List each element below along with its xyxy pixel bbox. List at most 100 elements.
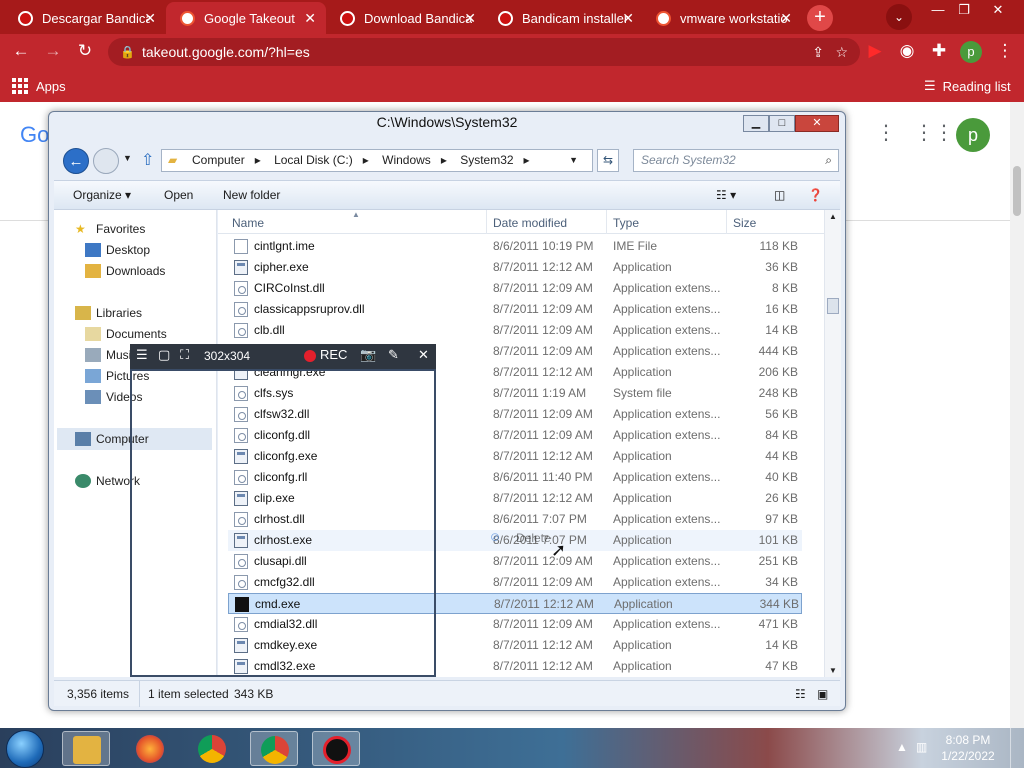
address-dropdown-icon[interactable]: ▼ bbox=[569, 150, 578, 171]
organize-button[interactable]: Organize ▾ bbox=[73, 188, 131, 202]
back-arrow-icon[interactable]: ← bbox=[10, 41, 32, 61]
select-area-icon[interactable]: ⛶ bbox=[180, 347, 189, 363]
help-icon[interactable]: ❓ bbox=[808, 188, 823, 202]
minimize-icon[interactable]: — bbox=[926, 2, 950, 17]
pencil-icon[interactable]: ✎ bbox=[388, 347, 399, 363]
bandicam-capture-frame[interactable] bbox=[130, 369, 436, 677]
scroll-up-icon[interactable]: ▲ bbox=[829, 212, 837, 221]
reading-list-button[interactable]: ☰ Reading list bbox=[924, 78, 1011, 94]
taskbar-bandicam[interactable] bbox=[312, 731, 360, 766]
minimize-icon[interactable]: ▁ bbox=[743, 115, 769, 132]
nav-desktop[interactable]: Desktop bbox=[85, 243, 150, 257]
column-date-modified[interactable]: Date modified bbox=[493, 216, 567, 230]
file-row[interactable]: CIRCoInst.dll 8/7/2011 12:09 AM Applicatio… bbox=[228, 278, 802, 299]
taskbar-firefox[interactable] bbox=[126, 731, 174, 766]
file-row[interactable]: clb.dll 8/7/2011 12:09 AM Application exte… bbox=[228, 320, 802, 341]
tab-descargar-bandicam[interactable]: Descargar Bandicam ✕ bbox=[4, 2, 166, 34]
close-icon[interactable]: ✕ bbox=[418, 347, 429, 363]
windows-taskbar: ▲ ▥ 8:08 PM 1/22/2022 bbox=[0, 728, 1024, 768]
reload-icon[interactable]: ↻ bbox=[74, 41, 96, 61]
change-view-icon[interactable]: ☷ ▾ bbox=[716, 188, 736, 202]
close-icon[interactable]: ✕ bbox=[780, 10, 792, 27]
record-button[interactable]: REC bbox=[304, 347, 347, 362]
file-list-scrollbar[interactable]: ▲ ▼ bbox=[824, 210, 841, 677]
extension-icon[interactable]: ◉ bbox=[896, 41, 918, 61]
close-window-icon[interactable]: ✕ bbox=[986, 2, 1010, 18]
column-size[interactable]: Size bbox=[733, 216, 756, 230]
page-scrollbar[interactable] bbox=[1010, 102, 1024, 728]
scrollbar-thumb[interactable] bbox=[827, 298, 839, 314]
nav-libraries[interactable]: Libraries bbox=[75, 306, 142, 320]
bandicam-toolbar: ☰ ▢ ⛶ 302x304 REC 📷 ✎ ✕ bbox=[130, 344, 436, 369]
file-row[interactable]: classicappsruprov.dll 8/7/2011 12:09 AM Ap… bbox=[228, 299, 802, 320]
fullscreen-icon[interactable]: ▢ bbox=[158, 347, 170, 363]
search-icon[interactable]: ⌕ bbox=[825, 150, 832, 171]
documents-icon bbox=[85, 327, 101, 341]
close-icon[interactable]: ✕ bbox=[464, 10, 476, 27]
forward-arrow-icon[interactable] bbox=[93, 148, 119, 174]
more-options-icon[interactable]: ⋮ bbox=[876, 120, 896, 145]
address-bar[interactable]: 🔒 takeout.google.com/?hl=es ⇪ ☆ bbox=[108, 38, 860, 66]
forward-arrow-icon[interactable]: → bbox=[42, 41, 64, 61]
tab-search-chevron-icon[interactable]: ⌄ bbox=[886, 4, 912, 30]
close-icon[interactable]: ✕ bbox=[304, 10, 316, 27]
taskbar-chrome-profile[interactable] bbox=[250, 731, 298, 766]
nav-downloads[interactable]: Downloads bbox=[85, 264, 165, 278]
up-arrow-icon[interactable]: ⇧ bbox=[141, 150, 154, 170]
system-clock[interactable]: 8:08 PM 1/22/2022 bbox=[938, 732, 998, 764]
close-icon[interactable]: ✕ bbox=[622, 10, 634, 27]
restore-icon[interactable]: ❐ bbox=[952, 2, 976, 18]
file-name: classicappsruprov.dll bbox=[254, 302, 365, 316]
selection-size: 343 KB bbox=[234, 687, 274, 701]
show-desktop-button[interactable] bbox=[1010, 728, 1024, 768]
start-button[interactable] bbox=[6, 730, 44, 768]
file-date: 8/7/2011 12:09 AM bbox=[493, 344, 593, 358]
breadcrumb-computer[interactable]: Computer bbox=[192, 153, 245, 167]
menu-icon[interactable]: ☰ bbox=[136, 347, 148, 363]
camera-icon[interactable]: 📷 bbox=[360, 347, 376, 363]
recent-pages-chevron-icon[interactable]: ▼ bbox=[123, 153, 132, 163]
file-row[interactable]: cintlgnt.ime 8/6/2011 10:19 PM IME File 118… bbox=[228, 236, 802, 257]
new-tab-button[interactable]: + bbox=[807, 5, 833, 31]
menu-kebab-icon[interactable]: ⋮ bbox=[994, 41, 1016, 61]
tab-google-takeout[interactable]: Google Takeout ✕ bbox=[166, 2, 326, 34]
refresh-icon[interactable]: ⇆ bbox=[597, 149, 619, 172]
details-view-icon[interactable]: ☷ bbox=[795, 687, 806, 701]
tab-vmware-workstation[interactable]: vmware workstation ✕ bbox=[642, 2, 802, 34]
account-avatar[interactable]: p bbox=[956, 118, 990, 152]
address-breadcrumb[interactable]: ▰ Computer ▸ Local Disk (C:) ▸ Windows ▸ Sy… bbox=[161, 149, 593, 172]
nav-favorites[interactable]: ★ Favorites bbox=[75, 222, 145, 236]
network-tray-icon[interactable]: ▥ bbox=[916, 740, 927, 754]
page-scrollbar-thumb[interactable] bbox=[1013, 166, 1021, 216]
taskbar-chrome[interactable] bbox=[188, 731, 236, 766]
show-hidden-icons-icon[interactable]: ▲ bbox=[896, 740, 908, 754]
youtube-extension-icon[interactable]: ▶ bbox=[864, 41, 886, 61]
close-icon[interactable]: ✕ bbox=[795, 115, 839, 132]
preview-pane-icon[interactable]: ◫ bbox=[774, 188, 785, 202]
selection-status: 1 item selected bbox=[148, 687, 229, 701]
thumbnail-view-icon[interactable]: ▣ bbox=[817, 687, 828, 701]
file-row[interactable]: cipher.exe 8/7/2011 12:12 AM Application 36… bbox=[228, 257, 802, 278]
open-button[interactable]: Open bbox=[164, 188, 193, 202]
nav-documents[interactable]: Documents bbox=[85, 327, 167, 341]
new-folder-button[interactable]: New folder bbox=[223, 188, 280, 202]
search-input[interactable]: Search System32 ⌕ bbox=[633, 149, 839, 172]
scroll-down-icon[interactable]: ▼ bbox=[829, 666, 837, 675]
puzzle-extensions-icon[interactable]: ✚ bbox=[928, 41, 950, 61]
apps-bookmark[interactable]: Apps bbox=[12, 78, 66, 94]
back-arrow-icon[interactable]: ← bbox=[63, 148, 89, 174]
close-icon[interactable]: ✕ bbox=[144, 10, 156, 27]
taskbar-explorer[interactable] bbox=[62, 731, 110, 766]
maximize-icon[interactable]: □ bbox=[769, 115, 795, 132]
column-name[interactable]: Name bbox=[232, 216, 264, 230]
profile-avatar[interactable]: p bbox=[960, 41, 982, 63]
breadcrumb-windows[interactable]: Windows bbox=[382, 153, 431, 167]
share-icon[interactable]: ⇪ bbox=[812, 38, 824, 66]
bookmark-star-icon[interactable]: ☆ bbox=[835, 38, 848, 66]
breadcrumb-local-disk[interactable]: Local Disk (C:) bbox=[274, 153, 353, 167]
tab-bandicam-installer[interactable]: Bandicam installer ✕ bbox=[484, 2, 644, 34]
column-type[interactable]: Type bbox=[613, 216, 639, 230]
breadcrumb-system32[interactable]: System32 bbox=[460, 153, 513, 167]
google-apps-grid-icon[interactable]: ⋮⋮ bbox=[914, 120, 954, 145]
tab-download-bandicam[interactable]: Download Bandicam ✕ bbox=[326, 2, 486, 34]
